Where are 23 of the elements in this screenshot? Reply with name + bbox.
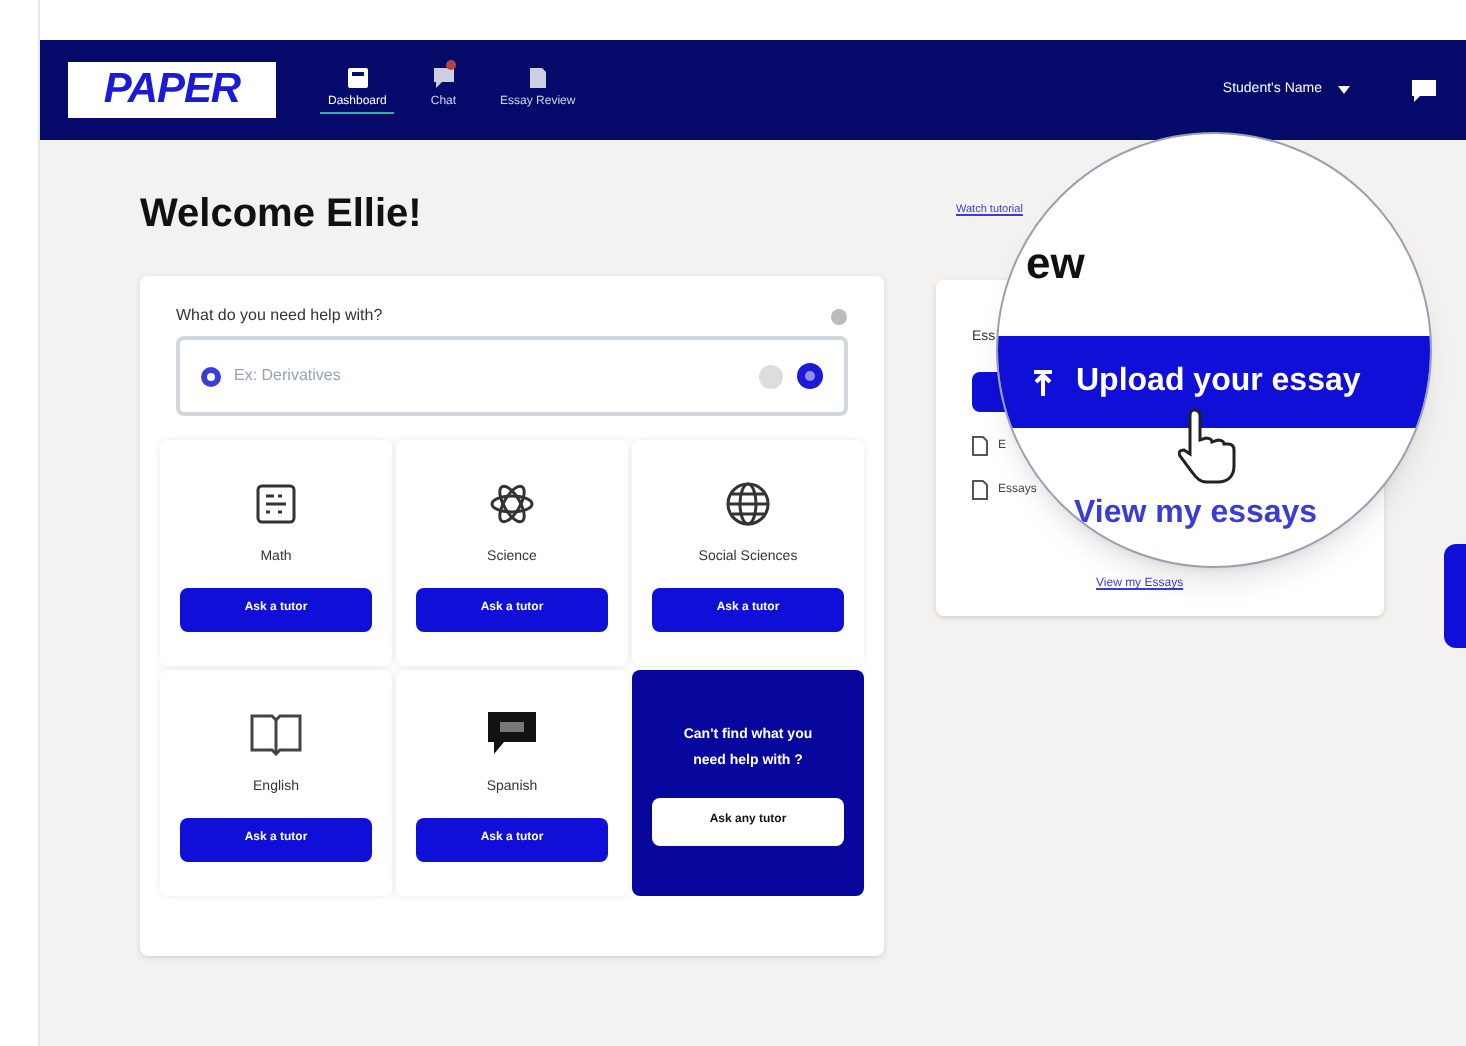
search-icon xyxy=(200,365,222,387)
chat-icon[interactable] xyxy=(1410,78,1438,102)
view-my-essays-link[interactable]: View my essays xyxy=(1074,490,1318,538)
welcome-heading: Welcome Ellie! xyxy=(140,190,422,240)
upload-icon xyxy=(1034,369,1052,395)
card-title: ew xyxy=(1026,236,1085,292)
document-icon xyxy=(972,436,988,456)
logo[interactable]: PAPER xyxy=(68,62,276,118)
hand-pointer-icon xyxy=(1178,406,1238,486)
document-icon xyxy=(525,66,550,90)
document-icon xyxy=(972,480,988,500)
side-tab[interactable] xyxy=(1444,544,1466,648)
calculator-icon xyxy=(252,480,300,528)
caret-icon xyxy=(1338,86,1350,94)
search-input[interactable]: Ex: Derivatives xyxy=(234,364,746,388)
upload-essay-button[interactable]: Upload your essay xyxy=(998,336,1430,428)
chat-icon xyxy=(431,66,456,90)
book-icon xyxy=(250,712,302,756)
speech-bubble-icon xyxy=(486,710,538,758)
globe-icon xyxy=(724,480,772,528)
atom-icon xyxy=(488,480,536,528)
dashboard-icon xyxy=(345,66,370,90)
help-prompt: What do you need help with? xyxy=(176,304,383,328)
